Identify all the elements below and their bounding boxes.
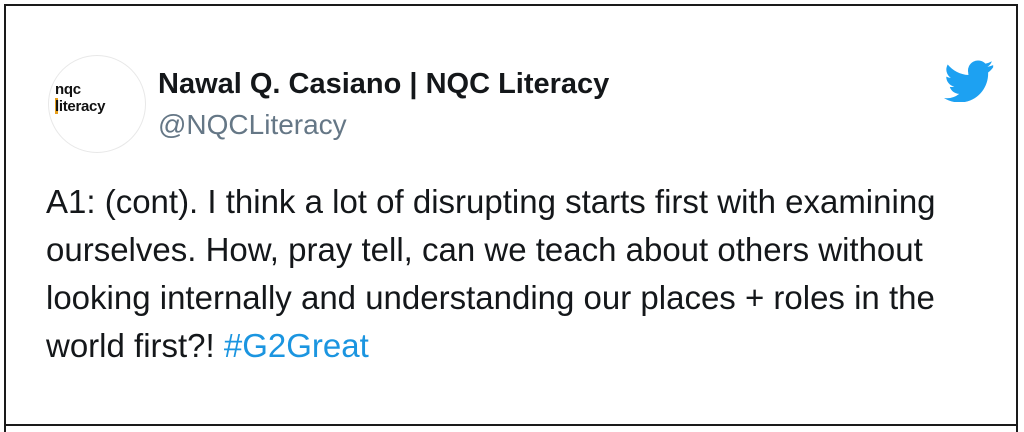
tweet-text: A1: (cont). I think a lot of disrupting … — [46, 178, 996, 370]
author-handle[interactable]: @NQCLiteracy — [158, 109, 347, 141]
hashtag-link[interactable]: #G2Great — [224, 327, 369, 364]
avatar-logo-line1: nqc — [55, 81, 81, 98]
avatar-logo-line2: literacy — [55, 98, 105, 114]
avatar-logo: nqc literacy — [55, 82, 105, 114]
tweet-body: A1: (cont). I think a lot of disrupting … — [46, 183, 936, 364]
bottom-divider — [4, 424, 1018, 426]
avatar[interactable]: nqc literacy — [48, 55, 146, 153]
avatar-logo-line2-text: literacy — [55, 98, 106, 115]
twitter-bird-icon[interactable] — [944, 60, 994, 102]
author-display-name[interactable]: Nawal Q. Casiano | NQC Literacy — [158, 68, 609, 101]
